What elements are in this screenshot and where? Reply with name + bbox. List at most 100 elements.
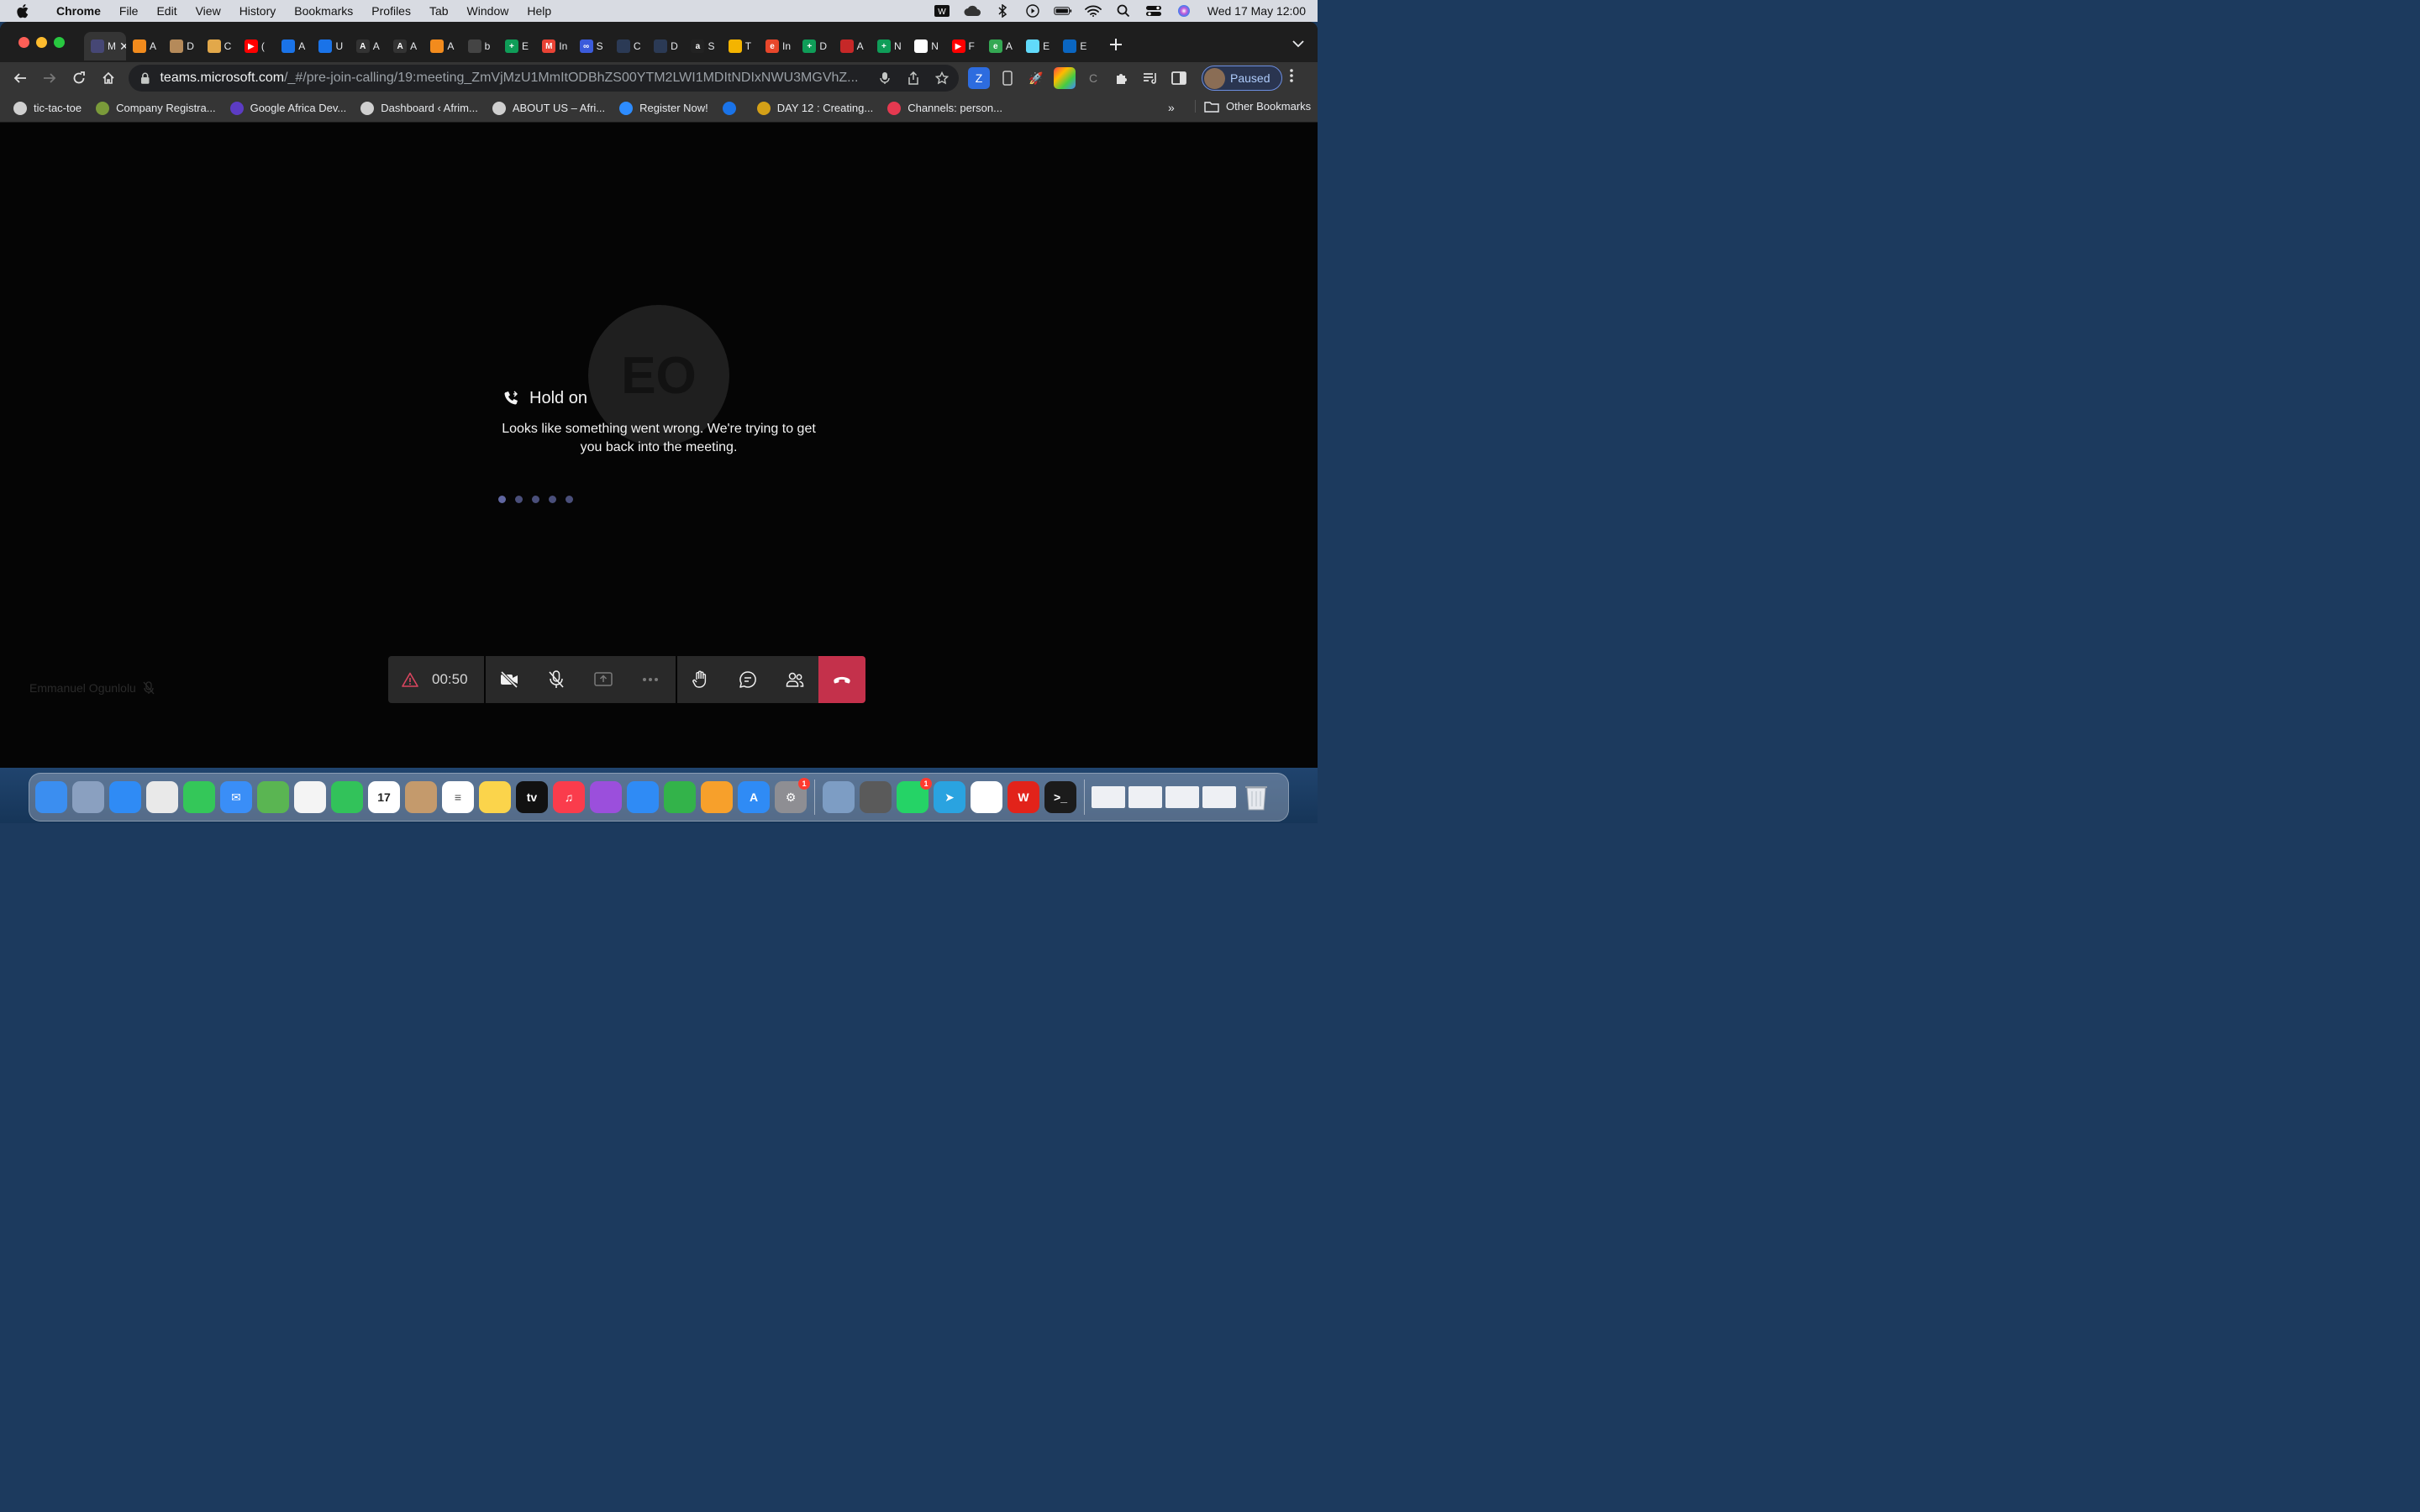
bookmark-item[interactable]: Company Registra... xyxy=(96,101,224,115)
dock-numbers-icon[interactable] xyxy=(664,781,696,813)
siri-icon[interactable] xyxy=(1175,4,1193,18)
menu-bookmarks[interactable]: Bookmarks xyxy=(285,4,362,18)
dock-minimized-window-thumbnail[interactable] xyxy=(1092,786,1125,808)
menu-history[interactable]: History xyxy=(230,4,286,18)
browser-tab[interactable]: E xyxy=(1056,32,1093,60)
bookmark-star-icon[interactable] xyxy=(934,70,950,87)
bookmark-item[interactable]: Register Now! xyxy=(619,101,716,115)
forward-button[interactable] xyxy=(34,66,64,91)
share-screen-button[interactable] xyxy=(580,656,627,703)
browser-tab[interactable]: aS xyxy=(684,32,721,60)
dock-finder-icon[interactable] xyxy=(35,781,67,813)
side-panel-icon[interactable] xyxy=(1168,67,1190,89)
bookmark-item[interactable]: Channels: person... xyxy=(887,101,1010,115)
browser-tab[interactable]: AA xyxy=(387,32,424,60)
menu-app-chrome[interactable]: Chrome xyxy=(47,4,110,18)
browser-tab[interactable]: + N xyxy=(871,32,908,60)
dock-minimized-window-thumbnail[interactable] xyxy=(1128,786,1162,808)
new-tab-button[interactable] xyxy=(1104,33,1128,56)
browser-tab[interactable]: E xyxy=(1019,32,1056,60)
dock-reminders-icon[interactable]: ≡ xyxy=(442,781,474,813)
menu-edit[interactable]: Edit xyxy=(147,4,186,18)
dock-chrome-icon[interactable] xyxy=(146,781,178,813)
browser-tab[interactable]: ▶( xyxy=(238,32,275,60)
dock-calendar-icon[interactable]: 17 xyxy=(368,781,400,813)
bookmark-item[interactable]: Dashboard ‹ Afrim... xyxy=(360,101,486,115)
color-extension-icon[interactable] xyxy=(1054,67,1076,89)
home-button[interactable] xyxy=(93,66,123,91)
dock-terminal-icon[interactable]: >_ xyxy=(1044,781,1076,813)
browser-tab[interactable]: N xyxy=(908,32,944,60)
menu-view[interactable]: View xyxy=(187,4,230,18)
control-center-icon[interactable] xyxy=(1144,4,1163,18)
warning-icon[interactable] xyxy=(402,672,418,687)
chrome-menu-icon[interactable] xyxy=(1290,69,1293,87)
browser-tab[interactable]: eA xyxy=(982,32,1019,60)
play-circle-icon[interactable] xyxy=(1023,4,1042,18)
raise-hand-button[interactable] xyxy=(677,656,724,703)
menu-file[interactable]: File xyxy=(110,4,148,18)
dock-wps-office-icon[interactable]: W xyxy=(1007,781,1039,813)
camera-off-button[interactable] xyxy=(486,656,533,703)
phone-frame-extension-icon[interactable] xyxy=(997,67,1018,89)
close-window-button[interactable] xyxy=(18,36,29,48)
other-bookmarks-folder[interactable]: Other Bookmarks xyxy=(1195,100,1311,113)
dock-mail-icon[interactable]: ✉ xyxy=(220,781,252,813)
menu-help[interactable]: Help xyxy=(518,4,560,18)
browser-tab[interactable]: + D xyxy=(796,32,833,60)
leave-call-button[interactable] xyxy=(818,656,865,703)
back-button[interactable] xyxy=(5,66,34,91)
menu-tab[interactable]: Tab xyxy=(420,4,458,18)
menubar-clock[interactable]: Wed 17 May 12:00 xyxy=(1199,4,1318,18)
bookmarks-overflow-button[interactable]: » xyxy=(1168,101,1175,114)
browser-tab[interactable]: M In xyxy=(535,32,572,60)
bookmark-item[interactable] xyxy=(722,101,750,115)
dock-minimized-window-thumbnail[interactable] xyxy=(1202,786,1236,808)
dock-telegram-icon[interactable]: ➤ xyxy=(934,781,965,813)
dock-music-icon[interactable]: ♫ xyxy=(553,781,585,813)
dock-system-settings-icon[interactable]: ⚙ 1 xyxy=(775,778,810,813)
bookmark-item[interactable]: ABOUT US – Afri... xyxy=(492,101,613,115)
dock-apple-tv-icon[interactable]: tv xyxy=(516,781,548,813)
tab-search-chevron-icon[interactable] xyxy=(1292,37,1304,50)
cloud-icon[interactable] xyxy=(963,4,981,18)
tab-active[interactable]: M ✕ xyxy=(84,32,126,60)
browser-tab[interactable]: C xyxy=(610,32,647,60)
browser-tab[interactable]: A xyxy=(275,32,312,60)
bluetooth-icon[interactable] xyxy=(993,4,1012,18)
browser-tab[interactable]: A xyxy=(424,32,460,60)
browser-tab[interactable]: D xyxy=(163,32,200,60)
dock-contacts-icon[interactable] xyxy=(405,781,437,813)
dock-vscode-icon[interactable] xyxy=(971,781,1002,813)
dock-launchpad-icon[interactable] xyxy=(72,781,104,813)
browser-tab[interactable]: A xyxy=(126,32,163,60)
dock-trash-icon[interactable] xyxy=(1240,781,1272,813)
extensions-puzzle-icon[interactable] xyxy=(1111,67,1133,89)
microphone-icon[interactable] xyxy=(876,70,893,87)
chat-button[interactable] xyxy=(724,656,771,703)
browser-tab[interactable]: A xyxy=(834,32,871,60)
media-queue-icon[interactable] xyxy=(1139,67,1161,89)
browser-tab[interactable]: C xyxy=(201,32,238,60)
browser-tab[interactable]: ∞ S xyxy=(573,32,610,60)
menu-profiles[interactable]: Profiles xyxy=(362,4,420,18)
participants-button[interactable] xyxy=(771,656,818,703)
dock-pages-icon[interactable] xyxy=(701,781,733,813)
profile-button[interactable]: Paused xyxy=(1202,66,1282,91)
address-bar[interactable]: teams.microsoft.com /_#/pre-join-calling… xyxy=(129,65,959,92)
reload-button[interactable] xyxy=(64,66,93,91)
browser-tab[interactable]: D xyxy=(647,32,684,60)
dock-podcasts-icon[interactable] xyxy=(590,781,622,813)
spotlight-search-icon[interactable] xyxy=(1114,4,1133,18)
dock-preview-icon[interactable] xyxy=(823,781,855,813)
dock-facetime-icon[interactable] xyxy=(331,781,363,813)
browser-tab[interactable]: + E xyxy=(498,32,535,60)
wifi-icon[interactable] xyxy=(1084,4,1102,18)
tab-close-icon[interactable]: ✕ xyxy=(119,39,126,54)
dock-notes-icon[interactable] xyxy=(479,781,511,813)
fullscreen-window-button[interactable] xyxy=(54,36,65,48)
menu-window[interactable]: Window xyxy=(458,4,518,18)
dock-safari-icon[interactable] xyxy=(109,781,141,813)
mic-muted-button[interactable] xyxy=(533,656,580,703)
dock-whatsapp-icon[interactable]: 1 xyxy=(897,778,932,813)
